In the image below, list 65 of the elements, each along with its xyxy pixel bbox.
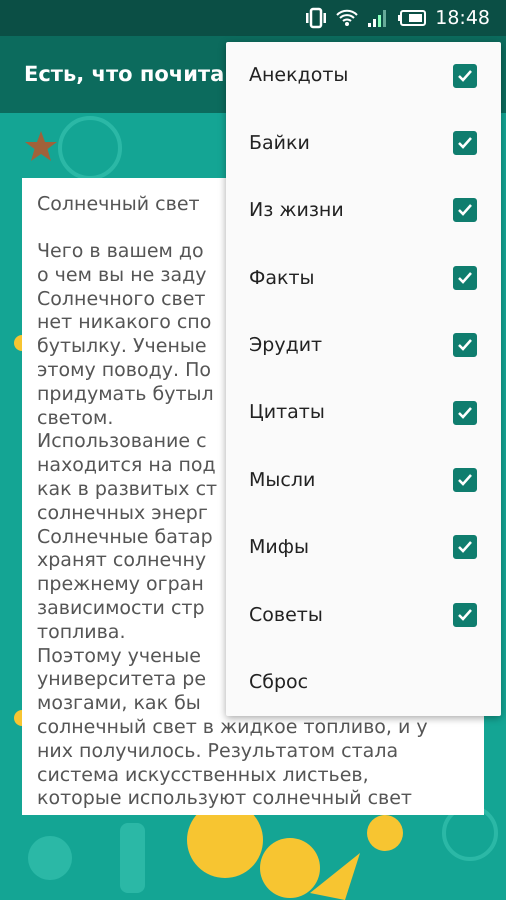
article-line: светом. [37,406,114,430]
bottle-icon [120,823,145,893]
checkbox[interactable] [453,602,477,627]
article-line: мозгами, как бы [37,692,201,716]
article-line: нет никакого спо [37,311,212,336]
menu-item[interactable]: Сброс [226,648,501,716]
checkbox[interactable] [453,333,477,358]
pennant-icon [310,853,360,900]
article-line: Солнечного свет [37,288,206,312]
menu-item[interactable]: Советы [226,581,501,649]
article-line: хранят солнечну [37,549,206,574]
article-line: которые используют солнечный свет [37,787,412,812]
checkbox[interactable] [453,400,477,425]
check-icon [457,473,473,488]
check-icon [457,406,473,420]
checkbox[interactable] [453,198,477,222]
article-line: прежнему огран [37,573,204,597]
check-icon [457,68,473,83]
check-icon [457,608,473,622]
article-line: о чем вы не заду [37,264,206,288]
article-line: Солнечные батар [37,526,213,550]
lemon-icon [367,815,403,851]
check-icon [457,338,473,352]
menu-item[interactable]: Байки [226,109,501,177]
checkbox[interactable] [453,266,477,290]
check-icon [457,540,473,554]
lemon-icon [260,838,320,898]
checkbox[interactable] [453,131,477,156]
battery-icon [397,9,428,27]
checkbox[interactable] [453,64,477,88]
article-line: солнечных энерг [37,502,208,526]
wifi-icon [335,7,360,29]
article-line: бутылку. Ученые [37,335,207,359]
article-line: придумать бутыл [37,382,214,407]
article-line: университета ре [37,668,206,692]
menu-item[interactable]: Цитаты [226,378,501,446]
vibrate-icon [305,7,328,29]
article-title: Солнечный свет [37,192,200,216]
check-icon [457,203,473,218]
menu-item[interactable]: Мифы [226,514,501,582]
menu-item[interactable]: Анекдоты [226,42,501,110]
article-line: находится на под [37,454,216,478]
menu-item[interactable]: Эрудит [226,312,501,379]
article-line: них получилось. Результатом стала [37,740,398,764]
article-line: Поэтому ученые [37,644,201,668]
menu-item[interactable]: Из жизни [226,176,501,244]
article-line: топлива. [37,620,126,645]
article-line: Чего в вашем до [37,240,204,264]
article-line: зависимости стр [37,596,205,621]
article-line: система искусственных листьев, [37,764,369,788]
article-line: этому поводу. По [37,358,211,383]
menu-item[interactable]: Факты [226,244,501,312]
article-line: Использование с [37,430,207,454]
check-icon [457,136,473,150]
checkbox[interactable] [453,468,477,492]
status-time: 18:48 [435,6,490,31]
ring-icon [58,116,122,180]
checkbox[interactable] [453,535,477,560]
app-title: Есть, что почита [24,60,224,88]
article-line: как в развитых ст [37,478,218,502]
article-line: солнечный свет в жидкое топливо, и у [37,716,428,740]
star-icon[interactable] [24,130,58,162]
disk-icon [28,836,72,880]
check-icon [457,270,473,285]
menu-item[interactable]: Мысли [226,446,501,514]
